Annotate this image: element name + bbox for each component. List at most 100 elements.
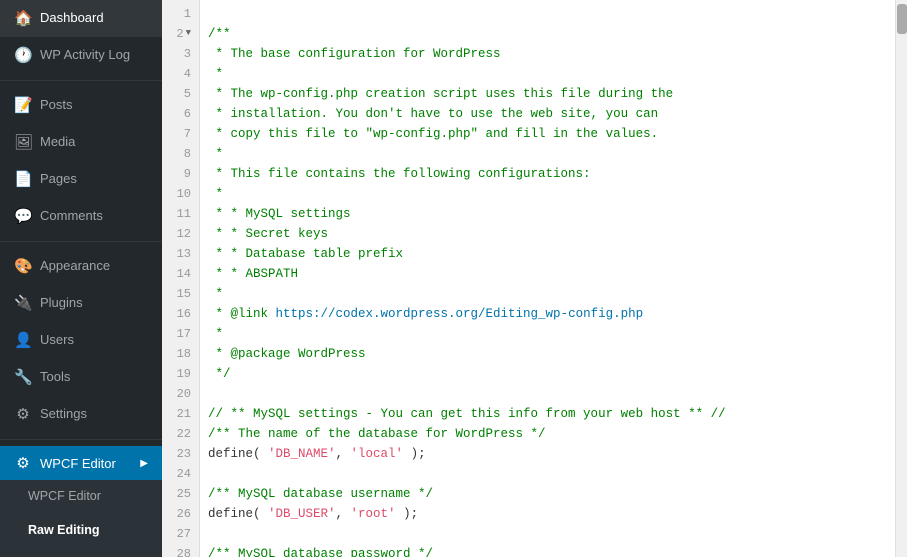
line-number: 14 bbox=[162, 264, 199, 284]
code-line: * * MySQL settings bbox=[208, 204, 895, 224]
code-line: * bbox=[208, 284, 895, 304]
sidebar-item-users[interactable]: 👤 Users bbox=[0, 322, 162, 359]
line-number: 18 bbox=[162, 344, 199, 364]
line-number: 3 bbox=[162, 44, 199, 64]
sidebar-item-wpcf-editor[interactable]: ⚙ WPCF Editor ▶ bbox=[0, 446, 162, 480]
line-number: 28 bbox=[162, 544, 199, 557]
sidebar-divider-2 bbox=[0, 439, 162, 440]
sidebar-subitem-system-parameters[interactable]: System Parameters bbox=[0, 547, 162, 557]
dashboard-icon: 🏠 bbox=[14, 8, 32, 29]
code-line: * * Database table prefix bbox=[208, 244, 895, 264]
sidebar-divider bbox=[0, 80, 162, 81]
line-number: 22 bbox=[162, 424, 199, 444]
main-content: 12▼3456789101112131415161718192021222324… bbox=[162, 0, 907, 557]
sidebar-item-comments[interactable]: 💬 Comments bbox=[0, 198, 162, 235]
code-line: * The wp-config.php creation script uses… bbox=[208, 84, 895, 104]
sidebar-subitem-wpcf-editor[interactable]: WPCF Editor bbox=[0, 480, 162, 514]
plugins-icon: 🔌 bbox=[14, 293, 32, 314]
line-number: 5 bbox=[162, 84, 199, 104]
code-line: * bbox=[208, 144, 895, 164]
code-line: /** MySQL database password */ bbox=[208, 544, 895, 557]
sidebar-item-media[interactable]: 🖼 Media bbox=[0, 124, 162, 161]
code-line: * @package WordPress bbox=[208, 344, 895, 364]
code-line: /** MySQL database username */ bbox=[208, 484, 895, 504]
sidebar-label: Pages bbox=[40, 170, 148, 188]
users-icon: 👤 bbox=[14, 330, 32, 351]
code-line: define( 'DB_NAME', 'local' ); bbox=[208, 444, 895, 464]
tools-icon: 🔧 bbox=[14, 367, 32, 388]
sidebar-subitem-raw-editing[interactable]: Raw Editing bbox=[0, 514, 162, 548]
line-number: 6 bbox=[162, 104, 199, 124]
line-number: 4 bbox=[162, 64, 199, 84]
sidebar-item-tools[interactable]: 🔧 Tools bbox=[0, 359, 162, 396]
line-number: 17 bbox=[162, 324, 199, 344]
sidebar-item-dashboard[interactable]: 🏠 Dashboard bbox=[0, 0, 162, 37]
sidebar-label: Users bbox=[40, 331, 148, 349]
code-line: * bbox=[208, 64, 895, 84]
sidebar-divider bbox=[0, 241, 162, 242]
sidebar-label: Comments bbox=[40, 207, 148, 225]
code-line: define( 'DB_USER', 'root' ); bbox=[208, 504, 895, 524]
appearance-icon: 🎨 bbox=[14, 256, 32, 277]
code-line: // ** MySQL settings - You can get this … bbox=[208, 404, 895, 424]
code-line: * @link https://codex.wordpress.org/Edit… bbox=[208, 304, 895, 324]
line-number: 15 bbox=[162, 284, 199, 304]
code-line: * bbox=[208, 324, 895, 344]
pages-icon: 📄 bbox=[14, 169, 32, 190]
code-line bbox=[208, 464, 895, 484]
code-line: /** The name of the database for WordPre… bbox=[208, 424, 895, 444]
scrollbar-track[interactable] bbox=[895, 0, 907, 557]
line-number: 24 bbox=[162, 464, 199, 484]
code-line: */ bbox=[208, 364, 895, 384]
code-editor[interactable]: 12▼3456789101112131415161718192021222324… bbox=[162, 0, 907, 557]
sidebar-item-settings[interactable]: ⚙ Settings bbox=[0, 396, 162, 433]
comments-icon: 💬 bbox=[14, 206, 32, 227]
line-number: 11 bbox=[162, 204, 199, 224]
sidebar-sublabel: Raw Editing bbox=[28, 522, 148, 540]
chevron-right-icon: ▶ bbox=[140, 458, 148, 469]
code-line: * * ABSPATH bbox=[208, 264, 895, 284]
sidebar-label: Appearance bbox=[40, 257, 148, 275]
sidebar-item-plugins[interactable]: 🔌 Plugins bbox=[0, 285, 162, 322]
sidebar-label: Plugins bbox=[40, 294, 148, 312]
code-line bbox=[208, 384, 895, 404]
line-number: 9 bbox=[162, 164, 199, 184]
line-numbers: 12▼3456789101112131415161718192021222324… bbox=[162, 0, 200, 557]
settings-icon: ⚙ bbox=[14, 404, 32, 425]
code-line: /** bbox=[208, 24, 895, 44]
sidebar-item-posts[interactable]: 📝 Posts bbox=[0, 87, 162, 124]
line-number: 23 bbox=[162, 444, 199, 464]
line-number: 1 bbox=[162, 4, 199, 24]
code-line: * The base configuration for WordPress bbox=[208, 44, 895, 64]
line-number: 25 bbox=[162, 484, 199, 504]
line-number: 10 bbox=[162, 184, 199, 204]
sidebar-label: Settings bbox=[40, 405, 148, 423]
code-line: * * Secret keys bbox=[208, 224, 895, 244]
sidebar-label: Posts bbox=[40, 96, 148, 114]
sidebar-label: Media bbox=[40, 133, 148, 151]
code-line bbox=[208, 524, 895, 544]
code-line bbox=[208, 4, 895, 24]
sidebar-item-appearance[interactable]: 🎨 Appearance bbox=[0, 248, 162, 285]
line-number: 20 bbox=[162, 384, 199, 404]
sidebar: 🏠 Dashboard 🕐 WP Activity Log 📝 Posts 🖼 … bbox=[0, 0, 162, 557]
scrollbar-thumb[interactable] bbox=[897, 4, 907, 34]
code-line: * copy this file to "wp-config.php" and … bbox=[208, 124, 895, 144]
wpcf-subnav: WPCF Editor Raw Editing System Parameter… bbox=[0, 480, 162, 557]
sidebar-item-pages[interactable]: 📄 Pages bbox=[0, 161, 162, 198]
sidebar-sublabel: WPCF Editor bbox=[28, 488, 148, 506]
sidebar-item-activity-log[interactable]: 🕐 WP Activity Log bbox=[0, 37, 162, 74]
line-number: 21 bbox=[162, 404, 199, 424]
sidebar-label: Tools bbox=[40, 368, 148, 386]
activity-log-icon: 🕐 bbox=[14, 45, 32, 66]
media-icon: 🖼 bbox=[14, 132, 32, 153]
line-number: 19 bbox=[162, 364, 199, 384]
line-number: 7 bbox=[162, 124, 199, 144]
line-number: 16 bbox=[162, 304, 199, 324]
code-lines[interactable]: /** * The base configuration for WordPre… bbox=[200, 0, 895, 557]
line-number: 12 bbox=[162, 224, 199, 244]
line-number: 27 bbox=[162, 524, 199, 544]
line-number: 2▼ bbox=[162, 24, 199, 44]
code-line: * This file contains the following confi… bbox=[208, 164, 895, 184]
sidebar-label: WPCF Editor bbox=[40, 456, 132, 471]
